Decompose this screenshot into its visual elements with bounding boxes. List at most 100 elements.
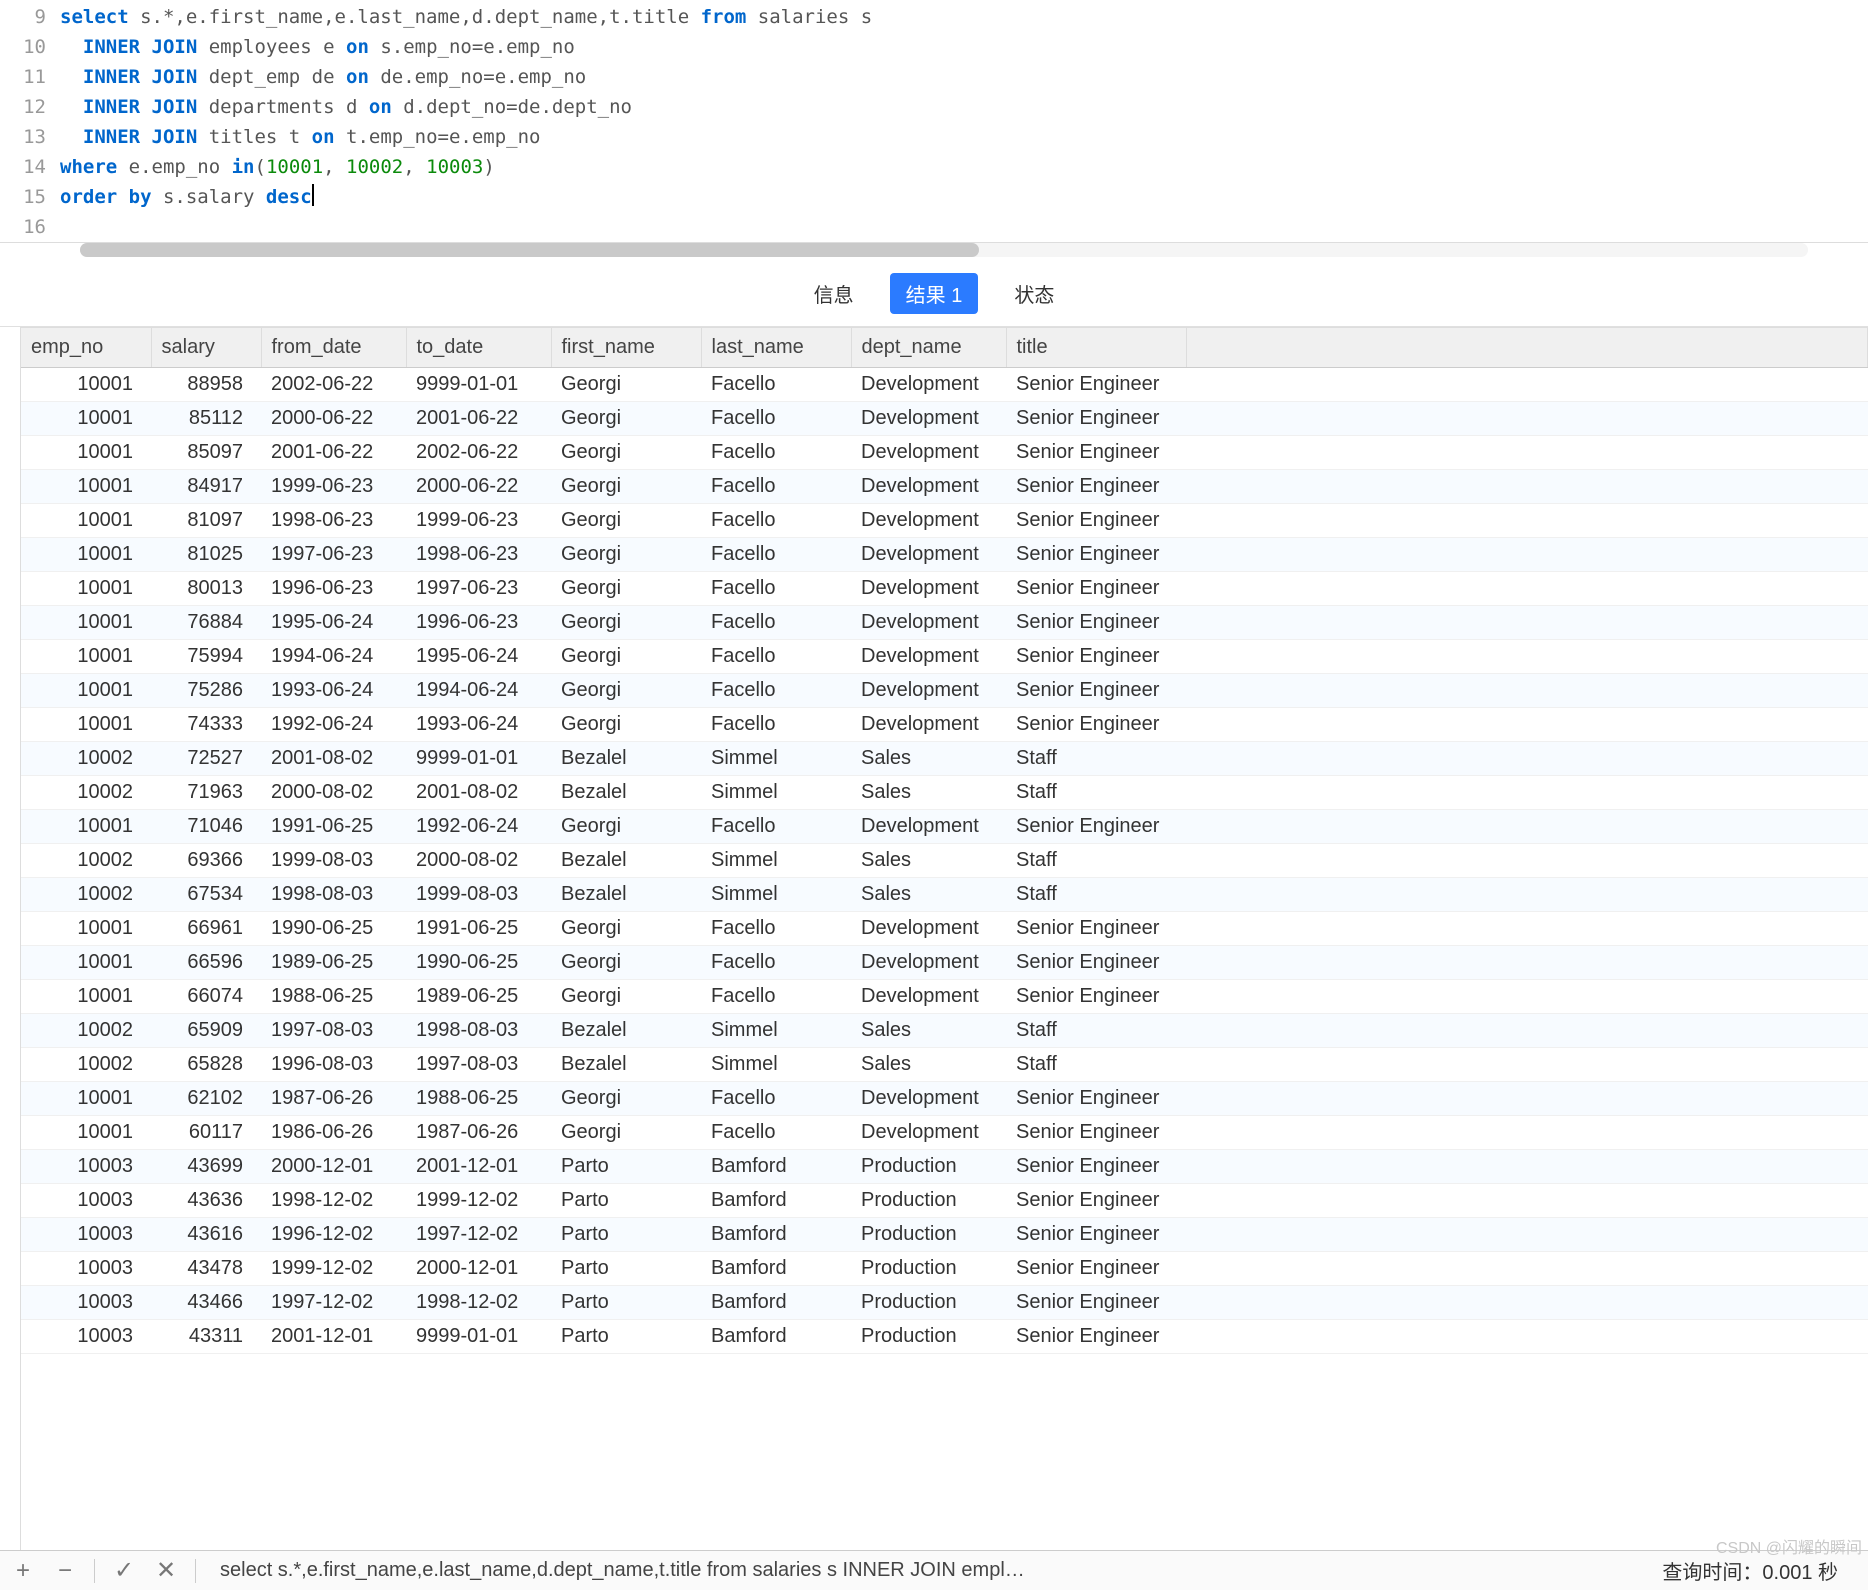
cell[interactable]: Senior Engineer: [1006, 1082, 1186, 1116]
cell[interactable]: 2001-12-01: [406, 1150, 551, 1184]
cell[interactable]: Georgi: [551, 504, 701, 538]
cell[interactable]: 1997-08-03: [261, 1014, 406, 1048]
cell[interactable]: 1990-06-25: [406, 946, 551, 980]
cell[interactable]: Senior Engineer: [1006, 606, 1186, 640]
cell[interactable]: Development: [851, 504, 1006, 538]
cell[interactable]: Production: [851, 1150, 1006, 1184]
cell[interactable]: Development: [851, 572, 1006, 606]
cell[interactable]: Facello: [701, 538, 851, 572]
cell[interactable]: Production: [851, 1286, 1006, 1320]
cell[interactable]: Development: [851, 1082, 1006, 1116]
remove-row-icon[interactable]: −: [52, 1557, 78, 1585]
cell[interactable]: Staff: [1006, 844, 1186, 878]
table-row[interactable]: 10003436161996-12-021997-12-02PartoBamfo…: [21, 1218, 1868, 1252]
cell[interactable]: Simmel: [701, 1014, 851, 1048]
cell[interactable]: 10001: [21, 538, 151, 572]
cell[interactable]: 81097: [151, 504, 261, 538]
cell[interactable]: 2001-06-22: [261, 436, 406, 470]
cell[interactable]: 10003: [21, 1218, 151, 1252]
cell[interactable]: 1997-12-02: [406, 1218, 551, 1252]
table-row[interactable]: 10001752861993-06-241994-06-24GeorgiFace…: [21, 674, 1868, 708]
cell[interactable]: Bezalel: [551, 742, 701, 776]
cell[interactable]: 1999-06-23: [261, 470, 406, 504]
cell[interactable]: Development: [851, 436, 1006, 470]
column-header-to_date[interactable]: to_date: [406, 328, 551, 368]
cell[interactable]: 1988-06-25: [261, 980, 406, 1014]
tab-info[interactable]: 信息: [798, 273, 870, 314]
cell[interactable]: Sales: [851, 742, 1006, 776]
cell[interactable]: 1993-06-24: [406, 708, 551, 742]
cell[interactable]: 10002: [21, 844, 151, 878]
cell[interactable]: Facello: [701, 368, 851, 402]
table-row[interactable]: 10001850972001-06-222002-06-22GeorgiFace…: [21, 436, 1868, 470]
cell[interactable]: 85112: [151, 402, 261, 436]
cell[interactable]: Georgi: [551, 946, 701, 980]
table-row[interactable]: 10001849171999-06-232000-06-22GeorgiFace…: [21, 470, 1868, 504]
cell[interactable]: 43311: [151, 1320, 261, 1354]
cell[interactable]: 10001: [21, 572, 151, 606]
cell[interactable]: Development: [851, 640, 1006, 674]
cell[interactable]: 76884: [151, 606, 261, 640]
cell[interactable]: Development: [851, 708, 1006, 742]
cell[interactable]: Georgi: [551, 470, 701, 504]
column-header-from_date[interactable]: from_date: [261, 328, 406, 368]
table-row[interactable]: 10001743331992-06-241993-06-24GeorgiFace…: [21, 708, 1868, 742]
cell[interactable]: Facello: [701, 980, 851, 1014]
cell[interactable]: 1986-06-26: [261, 1116, 406, 1150]
cell[interactable]: Simmel: [701, 742, 851, 776]
cell[interactable]: Senior Engineer: [1006, 572, 1186, 606]
cell[interactable]: 10001: [21, 1082, 151, 1116]
cell[interactable]: 1994-06-24: [406, 674, 551, 708]
cell[interactable]: Senior Engineer: [1006, 1320, 1186, 1354]
cell[interactable]: Georgi: [551, 538, 701, 572]
cell[interactable]: 1987-06-26: [261, 1082, 406, 1116]
cell[interactable]: Development: [851, 1116, 1006, 1150]
cell[interactable]: 85097: [151, 436, 261, 470]
cell[interactable]: 1996-08-03: [261, 1048, 406, 1082]
cell[interactable]: 43616: [151, 1218, 261, 1252]
cell[interactable]: 1996-12-02: [261, 1218, 406, 1252]
cell[interactable]: Senior Engineer: [1006, 946, 1186, 980]
cell[interactable]: Staff: [1006, 1048, 1186, 1082]
cell[interactable]: Senior Engineer: [1006, 1150, 1186, 1184]
cell[interactable]: Senior Engineer: [1006, 640, 1186, 674]
cell[interactable]: Parto: [551, 1218, 701, 1252]
cell[interactable]: 10001: [21, 504, 151, 538]
cell[interactable]: 1989-06-25: [261, 946, 406, 980]
cell[interactable]: 1998-12-02: [406, 1286, 551, 1320]
cell[interactable]: Development: [851, 368, 1006, 402]
table-row[interactable]: 10003433112001-12-019999-01-01PartoBamfo…: [21, 1320, 1868, 1354]
table-row[interactable]: 10002693661999-08-032000-08-02BezalelSim…: [21, 844, 1868, 878]
cell[interactable]: 10001: [21, 470, 151, 504]
cell[interactable]: 2000-08-02: [406, 844, 551, 878]
cell[interactable]: Bamford: [701, 1218, 851, 1252]
cell[interactable]: Senior Engineer: [1006, 436, 1186, 470]
cell[interactable]: Georgi: [551, 912, 701, 946]
cell[interactable]: Senior Engineer: [1006, 1286, 1186, 1320]
cell[interactable]: Bezalel: [551, 844, 701, 878]
cell[interactable]: 2002-06-22: [261, 368, 406, 402]
cell[interactable]: 10002: [21, 742, 151, 776]
cell[interactable]: 66074: [151, 980, 261, 1014]
cell[interactable]: 1997-06-23: [406, 572, 551, 606]
cell[interactable]: 1990-06-25: [261, 912, 406, 946]
cell[interactable]: 1997-12-02: [261, 1286, 406, 1320]
cell[interactable]: 2000-06-22: [406, 470, 551, 504]
cell[interactable]: Georgi: [551, 368, 701, 402]
cell[interactable]: 1991-06-25: [406, 912, 551, 946]
cell[interactable]: Georgi: [551, 1082, 701, 1116]
cell[interactable]: 10001: [21, 810, 151, 844]
cell[interactable]: 75286: [151, 674, 261, 708]
table-row[interactable]: 10001710461991-06-251992-06-24GeorgiFace…: [21, 810, 1868, 844]
cell[interactable]: Staff: [1006, 878, 1186, 912]
cell[interactable]: 43478: [151, 1252, 261, 1286]
column-header-last_name[interactable]: last_name: [701, 328, 851, 368]
cell[interactable]: Georgi: [551, 980, 701, 1014]
cell[interactable]: Bezalel: [551, 1014, 701, 1048]
table-row[interactable]: 10002658281996-08-031997-08-03BezalelSim…: [21, 1048, 1868, 1082]
cell[interactable]: 1993-06-24: [261, 674, 406, 708]
cell[interactable]: Facello: [701, 810, 851, 844]
cell[interactable]: Development: [851, 606, 1006, 640]
cell[interactable]: 1998-08-03: [406, 1014, 551, 1048]
cell[interactable]: Facello: [701, 470, 851, 504]
